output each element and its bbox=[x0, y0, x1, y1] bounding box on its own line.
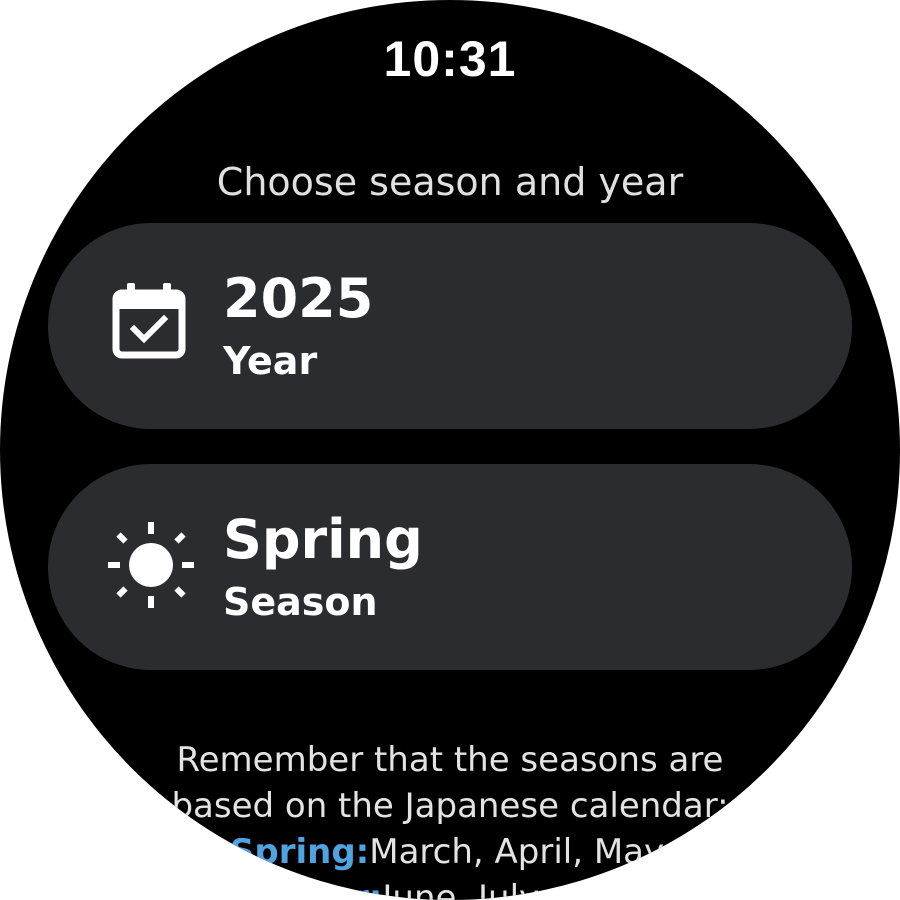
page-title: Choose season and year bbox=[216, 160, 684, 204]
season-value: Spring bbox=[223, 508, 423, 571]
spring-label: Spring: bbox=[229, 832, 370, 872]
year-chip[interactable]: 2025 Year bbox=[48, 223, 852, 429]
status-time: 10:31 bbox=[383, 31, 517, 87]
note-line-2: based on the Japanese calendar: bbox=[171, 786, 729, 826]
year-label: Year bbox=[223, 339, 318, 383]
season-label: Season bbox=[223, 580, 378, 624]
summer-months: June, July, August. bbox=[382, 878, 691, 900]
note-line-summer: Summer:June, July, August. bbox=[0, 875, 900, 900]
watch-screen: 10:31 Choose season and year 2025 Year S… bbox=[0, 0, 900, 900]
summer-label: Summer: bbox=[209, 878, 383, 900]
sun-icon bbox=[108, 522, 194, 608]
note-line-spring: Spring:March, April, May. bbox=[0, 829, 900, 875]
spring-months: March, April, May. bbox=[369, 832, 671, 872]
year-value: 2025 bbox=[223, 267, 374, 330]
season-chip[interactable]: Spring Season bbox=[48, 464, 852, 670]
note-line-1: Remember that the seasons are bbox=[176, 740, 724, 780]
season-info-text: Remember that the seasons are based on t… bbox=[0, 737, 900, 900]
calendar-check-icon bbox=[112, 283, 186, 359]
